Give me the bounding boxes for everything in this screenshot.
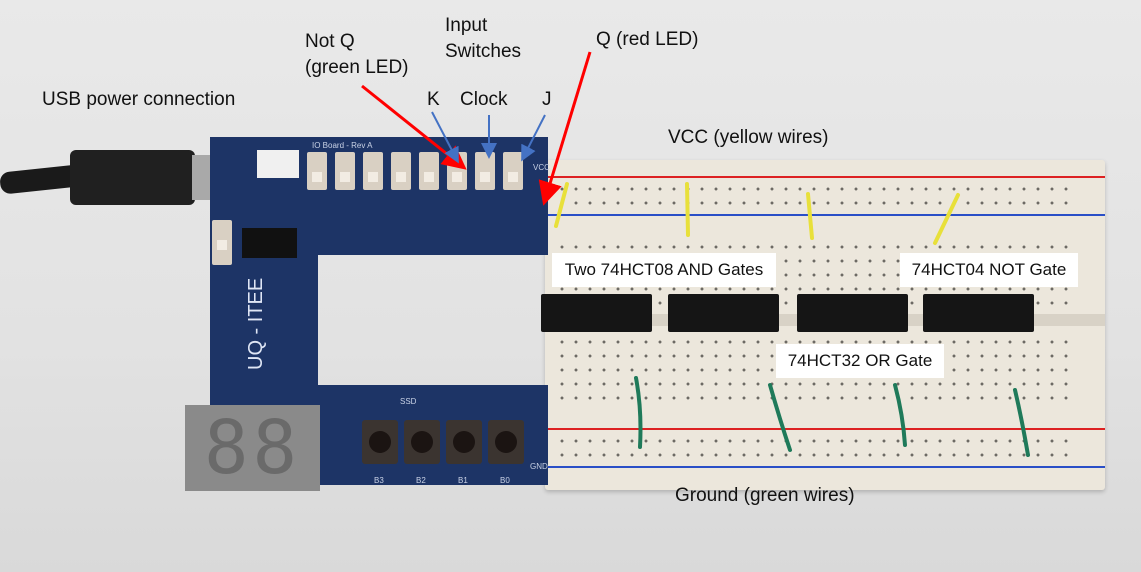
j-label: J <box>542 89 552 110</box>
not-q-arrow <box>361 84 467 170</box>
not-gate-label: 74HCT04 NOT Gate <box>900 253 1078 287</box>
vcc-wire <box>806 192 814 240</box>
ground-wire <box>893 383 907 447</box>
q-label: Q (red LED) <box>596 29 699 50</box>
not-q-label-line1: Not Q <box>305 31 355 52</box>
or-gate-label: 74HCT32 OR Gate <box>776 344 944 378</box>
ground-wire <box>768 383 792 452</box>
usb-label: USB power connection <box>42 89 236 110</box>
q-arrow <box>538 51 592 206</box>
vcc-wire <box>933 193 960 245</box>
ground-wire <box>1013 388 1030 457</box>
clock-label: Clock <box>460 89 508 110</box>
ground-label: Ground (green wires) <box>675 485 855 506</box>
input-switches-label-line2: Switches <box>445 41 522 62</box>
input-switches-label-line1: Input <box>445 15 488 36</box>
vcc-label: VCC (yellow wires) <box>668 127 829 148</box>
not-q-label-line2: (green LED) <box>305 57 409 78</box>
and-gates-label: Two 74HCT08 AND Gates <box>552 253 776 287</box>
k-label: K <box>427 89 440 110</box>
vcc-wire <box>685 182 690 237</box>
ground-wire <box>634 376 643 449</box>
vcc-wire <box>554 182 569 228</box>
j-arrow <box>521 114 546 162</box>
